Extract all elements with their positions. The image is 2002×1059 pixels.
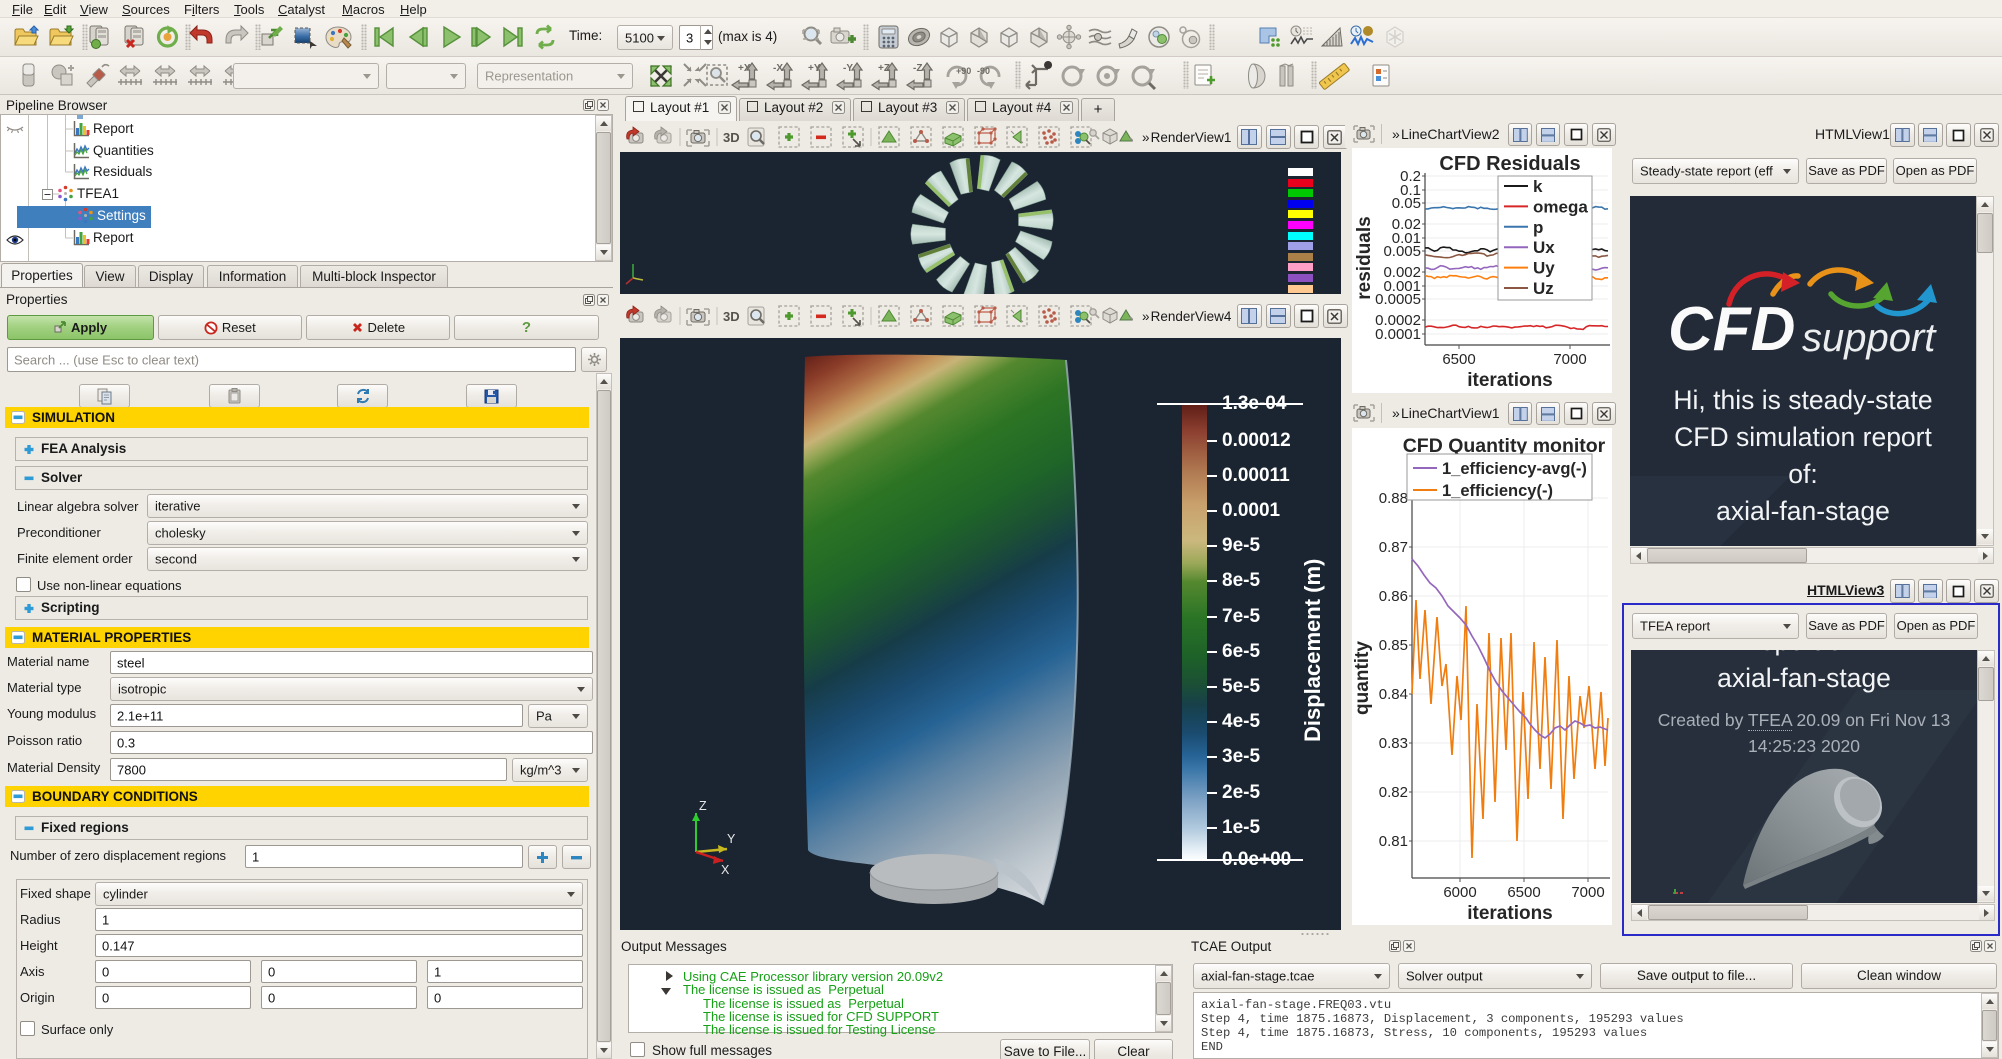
svg-text:6500: 6500: [1442, 351, 1475, 368]
svg-text:0.87: 0.87: [1379, 539, 1408, 556]
svg-text:3D: 3D: [723, 309, 740, 324]
svg-text:0.81: 0.81: [1379, 833, 1408, 850]
svg-text:Ux: Ux: [1533, 238, 1555, 257]
svg-text:Y: Y: [727, 832, 736, 846]
svg-text:0.84: 0.84: [1379, 686, 1408, 703]
svg-text:Uy: Uy: [1533, 259, 1555, 278]
svg-text:0.0005: 0.0005: [1375, 291, 1421, 308]
svg-text:-90: -90: [977, 66, 990, 76]
svg-text:0.88: 0.88: [1379, 490, 1408, 507]
svg-text:1_efficiency(-): 1_efficiency(-): [1442, 482, 1553, 500]
svg-text:Z: Z: [699, 799, 707, 813]
svg-text:0.005: 0.005: [1383, 243, 1421, 260]
svg-text:support: support: [1802, 316, 1937, 360]
svg-text:iterations: iterations: [1467, 370, 1553, 391]
svg-text:+90: +90: [956, 66, 971, 76]
svg-text:0.86: 0.86: [1379, 588, 1408, 605]
svg-text:-Z: -Z: [913, 63, 922, 74]
svg-text:p: p: [1533, 218, 1543, 237]
svg-text:residuals: residuals: [1354, 216, 1375, 299]
svg-text:k: k: [1533, 177, 1543, 196]
svg-text:Uz: Uz: [1533, 279, 1554, 298]
svg-text:CFD Residuals: CFD Residuals: [1439, 153, 1580, 175]
svg-text:7000: 7000: [1571, 884, 1604, 901]
svg-text:7000: 7000: [1553, 351, 1586, 368]
svg-text:0.82: 0.82: [1379, 784, 1408, 801]
svg-text:X: X: [721, 863, 730, 877]
svg-text:iterations: iterations: [1467, 903, 1553, 924]
svg-text:6000: 6000: [1443, 884, 1476, 901]
svg-text:quantity: quantity: [1352, 641, 1373, 715]
svg-text:-Y: -Y: [843, 63, 853, 74]
svg-text:1_efficiency-avg(-): 1_efficiency-avg(-): [1442, 460, 1587, 478]
svg-text:CFD: CFD: [1668, 295, 1795, 364]
svg-text:0.83: 0.83: [1379, 735, 1408, 752]
svg-text:6500: 6500: [1507, 884, 1540, 901]
svg-text:0.05: 0.05: [1392, 195, 1421, 212]
svg-text:-X: -X: [773, 63, 783, 74]
svg-text:0.0001: 0.0001: [1375, 326, 1421, 343]
svg-text:0.85: 0.85: [1379, 637, 1408, 654]
svg-text:omega: omega: [1533, 197, 1588, 216]
svg-text:3D: 3D: [723, 130, 740, 145]
